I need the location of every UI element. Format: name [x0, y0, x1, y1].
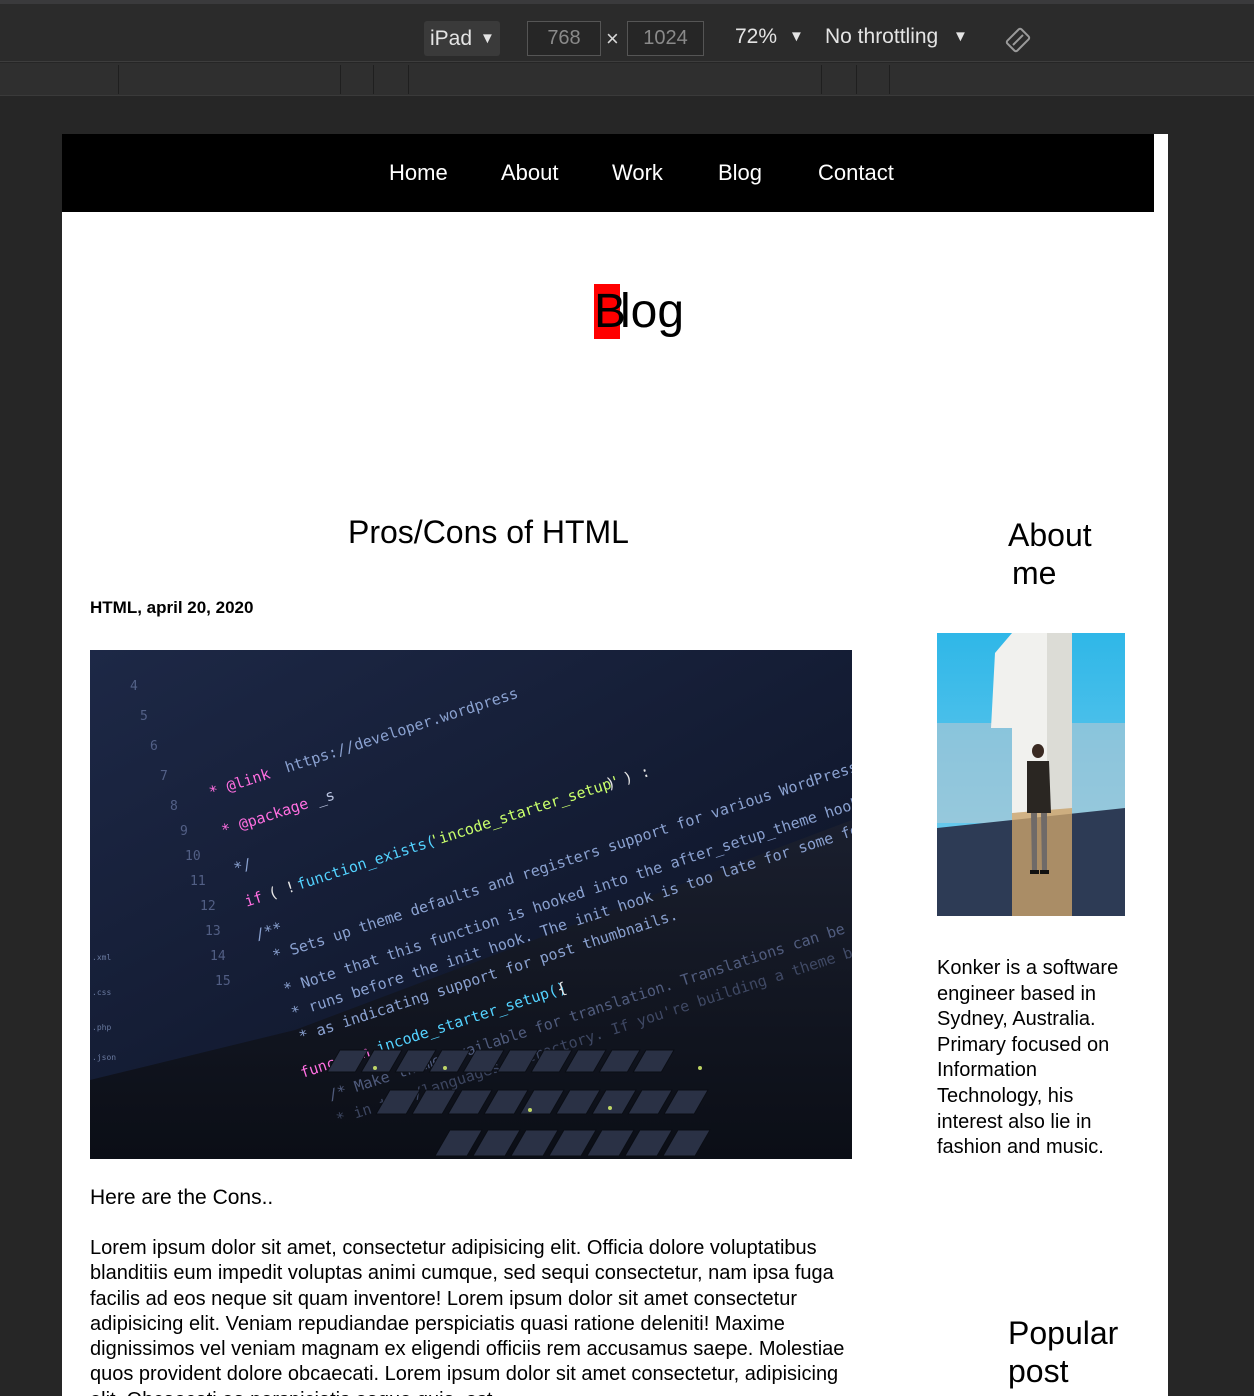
- device-select[interactable]: iPad ▼: [424, 21, 500, 56]
- post-meta: HTML, april 20, 2020: [90, 598, 254, 617]
- about-heading-line1: About: [1008, 517, 1092, 553]
- svg-text:5: 5: [140, 709, 148, 724]
- ruler-segment[interactable]: [889, 65, 890, 94]
- about-heading-line2: me: [1012, 555, 1057, 591]
- popular-heading-line2: post: [1008, 1353, 1069, 1389]
- svg-text:11: 11: [190, 874, 206, 889]
- chevron-down-icon: ▼: [789, 28, 804, 45]
- popular-heading-line1: Popular: [1008, 1315, 1119, 1351]
- svg-text:6: 6: [150, 739, 158, 754]
- svg-text:7: 7: [160, 769, 168, 784]
- device-toolbar: iPad ▼ 768 × 1024 72% ▼ No throttling ▼: [0, 4, 1254, 62]
- post-subheading: Here are the Cons..: [90, 1186, 274, 1209]
- svg-text:10: 10: [185, 849, 201, 864]
- ruler-segment[interactable]: [856, 65, 857, 94]
- profile-photo: [937, 633, 1125, 916]
- svg-text:.php: .php: [92, 1023, 111, 1032]
- ruler-segment[interactable]: [821, 65, 822, 94]
- svg-text:4: 4: [130, 679, 138, 694]
- svg-text:9: 9: [180, 824, 188, 839]
- media-query-ruler: [0, 63, 1254, 96]
- nav-contact-link[interactable]: Contact: [818, 160, 894, 186]
- width-input[interactable]: 768: [527, 21, 601, 56]
- svg-text:.xml: .xml: [92, 953, 111, 962]
- device-select-value: iPad: [430, 27, 473, 50]
- nav-work-link[interactable]: Work: [612, 160, 663, 186]
- height-input[interactable]: 1024: [627, 21, 704, 56]
- post-title: Pros/Cons of HTML: [348, 514, 629, 550]
- chevron-down-icon: ▼: [953, 28, 968, 45]
- svg-text:8: 8: [170, 799, 178, 814]
- throttling-value: No throttling: [825, 25, 939, 48]
- page-title: Blog: [594, 284, 684, 344]
- svg-text:.json: .json: [92, 1053, 116, 1062]
- zoom-value: 72%: [735, 25, 778, 48]
- navbar: Home About Work Blog Contact: [62, 134, 1154, 212]
- about-me-heading: About me: [1008, 516, 1092, 592]
- post-body: Lorem ipsum dolor sit amet, consectetur …: [90, 1237, 845, 1396]
- svg-text:13: 13: [205, 924, 221, 939]
- ruler-segment[interactable]: [408, 65, 409, 94]
- bio-text: Konker is a software engineer based in S…: [937, 957, 1119, 1159]
- svg-text:14: 14: [210, 949, 226, 964]
- nav-blog-link[interactable]: Blog: [718, 160, 762, 186]
- device-viewport: Home About Work Blog Contact Blog Pros/C…: [62, 134, 1168, 1396]
- post-image-laptop-code: * @link https://developer.wordpress * @pa…: [90, 650, 852, 1159]
- chevron-down-icon: ▼: [480, 30, 495, 47]
- ruler-segment[interactable]: [118, 65, 119, 94]
- nav-home-link[interactable]: Home: [389, 160, 448, 186]
- rotate-icon[interactable]: [1005, 27, 1031, 53]
- svg-text:12: 12: [200, 899, 216, 914]
- ruler-segment[interactable]: [340, 65, 341, 94]
- page-title-highlight: B: [594, 284, 627, 339]
- ruler-segment[interactable]: [373, 65, 374, 94]
- page-title-rest: log: [620, 285, 685, 338]
- dimension-separator: ×: [606, 26, 619, 51]
- svg-text:.css: .css: [92, 988, 111, 997]
- nav-about-link[interactable]: About: [501, 160, 559, 186]
- popular-post-heading: Popular post: [1008, 1314, 1118, 1390]
- svg-text:15: 15: [215, 974, 231, 989]
